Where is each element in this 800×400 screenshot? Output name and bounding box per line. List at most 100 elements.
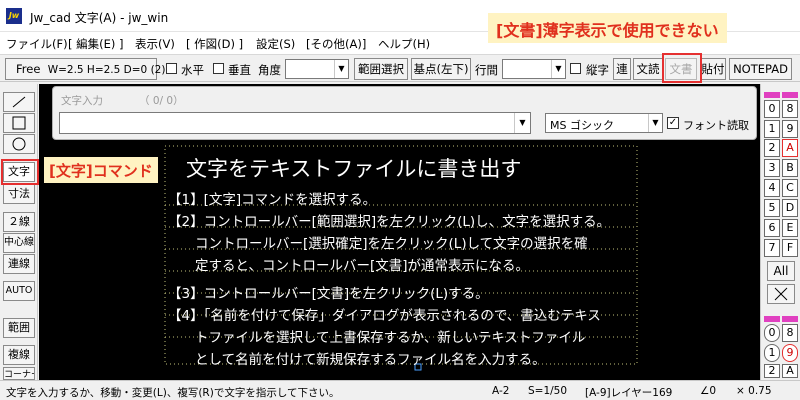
all-layers-button[interactable]: All	[767, 261, 795, 281]
layer-2[interactable]: 2	[764, 364, 780, 378]
drawing-heading: 文字をテキストファイルに書き出す	[186, 157, 522, 181]
angle-label: 角度	[258, 63, 281, 77]
layer-group-8[interactable]: 8	[782, 100, 798, 118]
vertical-label: 垂直	[228, 63, 251, 77]
base-point-button[interactable]: 基点(左下)	[411, 58, 471, 80]
layer-group-e[interactable]: E	[782, 219, 798, 237]
line-tool-button[interactable]	[3, 92, 35, 112]
status-bar: 文字を入力するか、移動・変更(L)、複写(R)で文字を指示して下さい。 A-2 …	[0, 380, 800, 400]
app-icon: Jw	[6, 8, 22, 24]
status-paper-size[interactable]: A-2	[492, 385, 509, 397]
menu-edit[interactable]: [ 編集(E) ]	[68, 36, 124, 52]
drawing-text-line: 【3】コントロールバー[文書]を左クリック(L)する。	[168, 286, 489, 302]
highlight-text-tool-button	[1, 159, 39, 185]
drawing-text-line: 【2】コントロールバー[範囲選択]を左クリック(L)し、文字を選択する。	[168, 214, 611, 230]
close-layers-button[interactable]	[767, 284, 795, 304]
menu-help[interactable]: ヘルプ(H)	[378, 36, 430, 52]
status-scale[interactable]: S=1/50	[528, 385, 567, 397]
layer-8[interactable]: 8	[782, 324, 798, 342]
status-message: 文字を入力するか、移動・変更(L)、複写(R)で文字を指示して下さい。	[6, 387, 340, 399]
layer-group-2[interactable]: 2	[764, 139, 780, 157]
font-read-checkbox[interactable]: ✓	[667, 117, 679, 129]
circle-icon	[12, 137, 26, 151]
chevron-down-icon: ▼	[334, 60, 348, 78]
close-icon	[774, 287, 788, 301]
annotation-text-command: [文字]コマンド	[44, 157, 158, 183]
layer-1[interactable]: 1	[764, 344, 780, 362]
group-indicator	[764, 92, 780, 98]
layer-group-6[interactable]: 6	[764, 219, 780, 237]
status-angle[interactable]: ∠0	[700, 385, 716, 397]
layer-group-c[interactable]: C	[782, 179, 798, 197]
layer-strip: 0 8 1 9 2 A 3 B 4 C 5 D 6 E 7 F All 0 8 …	[760, 84, 800, 380]
group-indicator	[782, 316, 798, 322]
continuous-button[interactable]: 連	[613, 58, 631, 80]
menu-view[interactable]: 表示(V)	[135, 36, 175, 52]
menu-draw[interactable]: [ 作図(D) ]	[186, 36, 243, 52]
layer-group-4[interactable]: 4	[764, 179, 780, 197]
angle-combo[interactable]: ▼	[285, 59, 349, 79]
vertical-checkbox[interactable]	[213, 63, 224, 74]
dimension-tool-button[interactable]: 寸法	[3, 184, 35, 204]
layer-group-f[interactable]: F	[782, 239, 798, 257]
parallel-line-tool-button[interactable]: 複線	[3, 345, 35, 365]
paste-button[interactable]: 貼付	[700, 58, 726, 80]
corner-tool-button[interactable]: コーナー	[3, 367, 35, 380]
vertical-write-checkbox[interactable]	[570, 63, 581, 74]
group-indicator	[764, 316, 780, 322]
left-tool-strip: 文字 寸法 ２線 中心線 連線 AUTO 範囲 複線 コーナー	[0, 84, 38, 380]
drawing-text-line: 【4】「名前を付けて保存」ダイアログが表示されるので、書込むテキス	[168, 308, 601, 324]
status-layer[interactable]: [A-9]レイヤー169	[585, 385, 672, 400]
rectangle-tool-button[interactable]	[3, 113, 35, 133]
drawing-text-line: 【1】[文字]コマンドを選択する。	[168, 192, 377, 208]
horizontal-label: 水平	[181, 63, 204, 77]
layer-group-d[interactable]: D	[782, 199, 798, 217]
read-text-button[interactable]: 文読	[633, 58, 663, 80]
auto-tool-button[interactable]: AUTO	[3, 281, 35, 301]
text-input-panel: 文字入力 （ 0/ 0） ▼ MS ゴシック ▼ ✓ フォント読取	[52, 86, 757, 140]
font-select[interactable]: MS ゴシック ▼	[545, 113, 663, 133]
line-icon	[12, 96, 26, 108]
layer-group-1[interactable]: 1	[764, 120, 780, 138]
drawing-text-line: コントロールバー[選択確定]を左クリック(L)して文字の選択を確	[168, 236, 588, 252]
line-spacing-combo[interactable]: ▼	[502, 59, 566, 79]
rectangle-icon	[12, 116, 26, 130]
horizontal-checkbox[interactable]	[166, 63, 177, 74]
font-select-value: MS ゴシック	[550, 119, 614, 132]
drawing-text-line: 定すると、コントロールバー[文書]が通常表示になる。	[168, 258, 529, 274]
menu-file[interactable]: ファイル(F)	[6, 36, 68, 52]
text-input-counter: （ 0/ 0）	[139, 95, 184, 107]
range-tool-button[interactable]: 範囲	[3, 318, 35, 338]
chevron-down-icon: ▼	[648, 114, 662, 132]
status-zoom[interactable]: × 0.75	[736, 385, 772, 397]
layer-group-3[interactable]: 3	[764, 159, 780, 177]
chevron-down-icon: ▼	[551, 60, 565, 78]
drawing-text-line: トファイルを選択して上書保存するか、新しいテキストファイル	[168, 330, 586, 346]
layer-group-0[interactable]: 0	[764, 100, 780, 118]
layer-9[interactable]: 9	[782, 344, 798, 362]
layer-group-a[interactable]: A	[782, 139, 798, 157]
layer-a[interactable]: A	[782, 364, 798, 378]
menu-settings[interactable]: 設定(S)	[256, 36, 295, 52]
group-indicator	[782, 92, 798, 98]
layer-group-5[interactable]: 5	[764, 199, 780, 217]
layer-group-b[interactable]: B	[782, 159, 798, 177]
highlight-write-text-button	[662, 53, 702, 83]
text-size-button[interactable]: Free W=2.5 H=2.5 D=0 (2)	[5, 58, 165, 80]
double-line-tool-button[interactable]: ２線	[3, 212, 35, 232]
layer-group-9[interactable]: 9	[782, 120, 798, 138]
annotation-write-text-disabled: [文書]薄字表示で使用できない	[488, 13, 727, 43]
notepad-button[interactable]: NOTEPAD	[729, 58, 792, 80]
center-line-tool-button[interactable]: 中心線	[3, 233, 35, 253]
layer-0[interactable]: 0	[764, 324, 780, 342]
vertical-write-label: 縦字	[586, 63, 609, 77]
circle-tool-button[interactable]	[3, 134, 35, 154]
continuous-line-tool-button[interactable]: 連線	[3, 254, 35, 274]
text-input-field[interactable]: ▼	[59, 112, 531, 134]
chevron-down-icon: ▼	[514, 113, 530, 133]
range-select-button[interactable]: 範囲選択	[354, 58, 408, 80]
menu-other[interactable]: [その他(A)]	[306, 36, 366, 52]
layer-group-7[interactable]: 7	[764, 239, 780, 257]
line-spacing-label: 行間	[475, 63, 498, 77]
window-title: Jw_cad 文字(A) - jw_win	[30, 11, 169, 25]
